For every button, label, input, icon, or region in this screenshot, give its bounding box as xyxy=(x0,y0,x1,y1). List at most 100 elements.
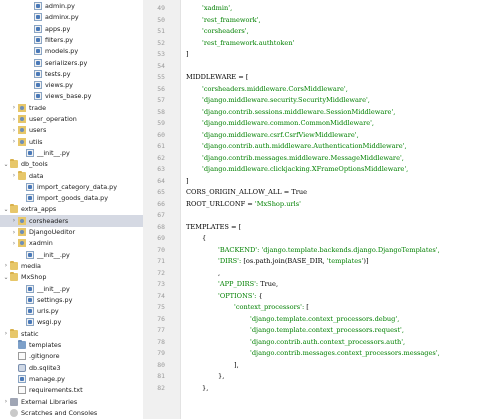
code-token: }, xyxy=(202,383,209,392)
line-number: 57 xyxy=(157,96,165,104)
text-file-icon xyxy=(18,386,26,395)
line-number: 52 xyxy=(157,38,165,47)
tree-item[interactable]: › static xyxy=(0,328,143,340)
expand-arrow-icon[interactable]: › xyxy=(10,127,18,134)
tree-item[interactable]: views_base.py xyxy=(0,90,143,102)
tree-item[interactable]: __init__.py xyxy=(0,147,143,159)
tree-item[interactable]: admin.py xyxy=(0,0,143,12)
expand-arrow-icon[interactable]: › xyxy=(10,240,18,247)
code-line: 'rest_framework.authtoken' xyxy=(186,37,294,49)
tree-item[interactable]: filters.py xyxy=(0,34,143,46)
expand-arrow-icon[interactable]: › xyxy=(10,138,18,145)
tree-item[interactable]: apps.py xyxy=(0,23,143,35)
expand-arrow-icon[interactable]: › xyxy=(2,330,10,337)
code-token: [os.path.join(BASE_DIR, xyxy=(243,257,327,265)
python-file-icon xyxy=(34,2,42,10)
code-string: 'OPTIONS': xyxy=(218,291,259,300)
folder-icon xyxy=(18,170,26,180)
tree-item[interactable]: tests.py xyxy=(0,68,143,80)
expand-arrow-icon[interactable]: › xyxy=(10,217,18,224)
tree-item[interactable]: __init__.py xyxy=(0,249,143,261)
tree-item[interactable]: › xadmin xyxy=(0,237,143,249)
line-number: 60 xyxy=(157,130,165,139)
code-token: MIDDLEWARE = [ xyxy=(186,73,249,81)
line-number: 80 xyxy=(157,360,165,369)
line-number: 53 xyxy=(157,50,165,58)
code-string: 'django.template.context_processors.debu… xyxy=(250,314,400,323)
folder-icon xyxy=(10,328,18,338)
line-number: 54 xyxy=(157,61,165,70)
python-file-icon xyxy=(26,194,34,203)
expand-arrow-icon[interactable]: › xyxy=(10,229,18,236)
code-line: , xyxy=(186,267,220,279)
code-string: 'APP_DIRS': xyxy=(218,280,261,288)
line-number: 50 xyxy=(157,15,165,24)
ide-window: admin.py adminx.py apps.py filters.py models… xyxy=(0,0,500,419)
library-icon xyxy=(10,397,18,406)
python-file-icon xyxy=(34,81,42,90)
code-line: 'xadmin', xyxy=(186,2,232,14)
tree-item[interactable]: manage.py xyxy=(0,373,143,385)
expand-arrow-icon[interactable]: ⌄ xyxy=(2,161,10,168)
tree-item-label: admin.py xyxy=(45,2,75,10)
tree-item[interactable]: requirements.txt xyxy=(0,384,143,396)
tree-item[interactable]: › data xyxy=(0,170,143,182)
code-line: 'BACKEND': 'django.template.backends.dja… xyxy=(186,244,440,256)
tree-item[interactable]: serializers.py xyxy=(0,57,143,69)
line-number: 49 xyxy=(157,4,165,12)
tree-item[interactable]: › DjangoUeditor xyxy=(0,226,143,238)
python-file-icon xyxy=(26,148,34,157)
tree-item[interactable]: wsgi.py xyxy=(0,316,143,328)
tree-item[interactable]: __init__.py xyxy=(0,283,143,295)
tree-item[interactable]: adminx.py xyxy=(0,11,143,23)
tree-item[interactable]: › External Libraries xyxy=(0,396,143,408)
tree-item[interactable]: ⌄ MxShop xyxy=(0,271,143,283)
code-line: { xyxy=(186,232,206,244)
folder-icon xyxy=(10,204,18,214)
expand-arrow-icon[interactable]: › xyxy=(10,104,18,111)
tree-item[interactable]: views.py xyxy=(0,79,143,91)
expand-arrow-icon[interactable]: ⌄ xyxy=(2,206,10,213)
code-line: 'context_processors': [ xyxy=(186,301,309,313)
tree-item-label: media xyxy=(21,261,41,270)
tree-item-label: models.py xyxy=(45,47,79,56)
python-file-icon xyxy=(34,24,42,33)
expand-arrow-icon[interactable]: › xyxy=(10,116,18,123)
expand-arrow-icon[interactable]: › xyxy=(10,172,18,179)
tree-item[interactable]: import_category_data.py xyxy=(0,181,143,193)
tree-item[interactable]: › user_operation xyxy=(0,113,143,125)
tree-item-label: views.py xyxy=(45,81,73,90)
expand-arrow-icon[interactable]: › xyxy=(2,398,10,405)
tree-item[interactable]: Scratches and Consoles xyxy=(0,407,143,419)
tree-item[interactable]: import_goods_data.py xyxy=(0,192,143,204)
tree-item-label: views_base.py xyxy=(45,92,92,101)
python-file-icon xyxy=(26,250,34,259)
code-token: TEMPLATES = [ xyxy=(186,222,242,231)
code-string: 'corsheaders.middleware.CorsMiddleware', xyxy=(202,84,348,93)
tree-item-label: External Libraries xyxy=(21,397,78,406)
tree-item[interactable]: › trade xyxy=(0,102,143,114)
tree-item[interactable]: settings.py xyxy=(0,294,143,306)
python-file-icon xyxy=(26,182,34,191)
tree-item[interactable]: › corsheaders xyxy=(0,214,143,227)
tree-item-label: MxShop xyxy=(21,273,47,282)
code-string: 'django.contrib.sessions.middleware.Sess… xyxy=(202,107,396,116)
expand-arrow-icon[interactable]: ⌄ xyxy=(2,274,10,281)
tree-item[interactable]: › media xyxy=(0,260,143,272)
tree-item[interactable]: urls.py xyxy=(0,305,143,317)
tree-item[interactable]: models.py xyxy=(0,45,143,57)
python-file-icon xyxy=(34,35,42,44)
tree-item[interactable]: ⌄ db_tools xyxy=(0,158,143,170)
expand-arrow-icon[interactable]: › xyxy=(2,262,10,269)
line-number: 70 xyxy=(157,245,165,254)
line-number: 77 xyxy=(157,326,165,334)
tree-item[interactable]: .gitignore xyxy=(0,350,143,362)
tree-item[interactable]: ⌄ extra_apps xyxy=(0,203,143,215)
tree-item[interactable]: › users xyxy=(0,124,143,136)
tree-item-label: DjangoUeditor xyxy=(29,228,76,236)
tree-item[interactable]: › utils xyxy=(0,136,143,148)
tree-item[interactable]: db.sqlite3 xyxy=(0,362,143,374)
tree-item[interactable]: templates xyxy=(0,339,143,351)
code-line: 'django.template.context_processors.debu… xyxy=(186,313,399,325)
code-string: 'BACKEND': xyxy=(218,245,262,254)
